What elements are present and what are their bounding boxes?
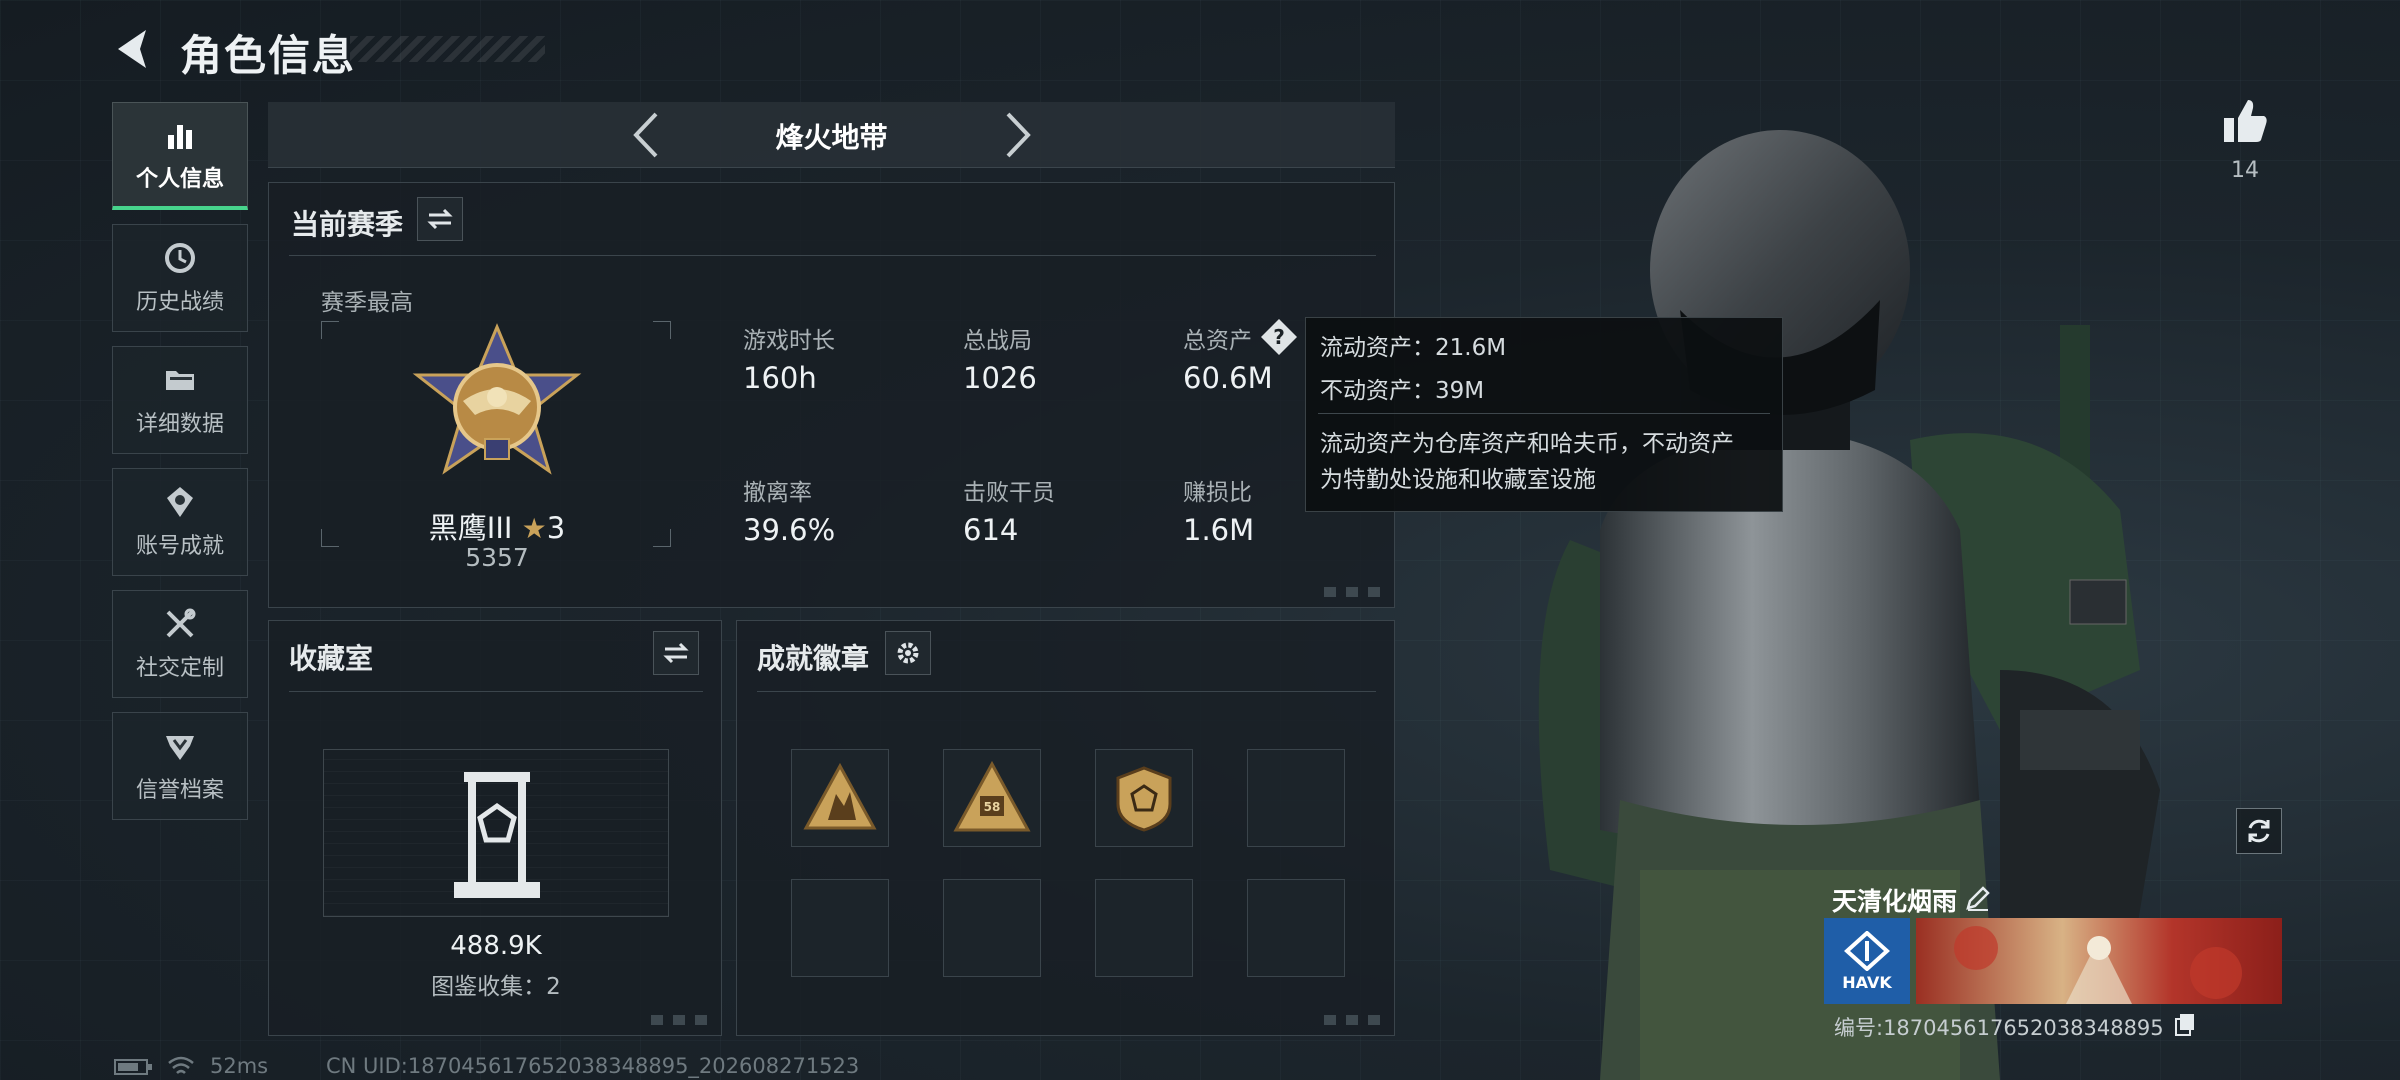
stat-value-total-matches: 1026: [963, 361, 1037, 395]
cn-uid: CN UID:187045617652038348895_20260827152…: [326, 1054, 860, 1078]
svg-text:?: ?: [1273, 325, 1285, 349]
name-card-banner: [1916, 918, 2282, 1004]
edit-pencil-icon[interactable]: [1964, 884, 1992, 912]
badge-slot-4[interactable]: [1247, 749, 1345, 847]
stat-label-playtime: 游戏时长: [743, 328, 835, 354]
stat-value-profit-ratio: 1.6M: [1183, 513, 1255, 547]
rank-score: 5357: [465, 543, 529, 572]
tools-icon: [166, 608, 196, 638]
stat-value-total-assets: 60.6M: [1183, 361, 1273, 395]
badge-slot-1[interactable]: [791, 749, 889, 847]
tooltip-fixed-assets: 不动资产：39M: [1320, 378, 1485, 404]
collection-value: 488.9K: [450, 931, 542, 961]
sidebar-item-label: 详细数据: [135, 412, 224, 437]
battery-icon: [114, 1059, 152, 1075]
badge-slot-7[interactable]: [1095, 879, 1193, 977]
chevron-right-icon[interactable]: [1000, 110, 1036, 160]
refresh-icon: [2248, 819, 2270, 843]
badge-58-icon: 58: [953, 760, 1031, 832]
svg-text:58: 58: [984, 800, 1001, 814]
corner-decoration: [651, 1015, 709, 1025]
tooltip-divider: [1318, 413, 1770, 414]
collection-display[interactable]: [323, 749, 669, 917]
sidebar-item-label: 个人信息: [135, 166, 224, 192]
title-decoration: [350, 36, 545, 62]
badge-slot-3[interactable]: [1095, 749, 1193, 847]
sidebar-item-achievements[interactable]: 账号成就: [112, 468, 248, 576]
bar-chart-icon: [168, 124, 192, 149]
badge-slot-5[interactable]: [791, 879, 889, 977]
shield-badge-icon: [1116, 766, 1172, 832]
sidebar-item-history[interactable]: 历史战绩: [112, 224, 248, 332]
stat-label-profit-ratio: 赚损比: [1183, 480, 1252, 506]
havk-logo-icon: [1844, 930, 1890, 971]
swap-arrows-icon: [663, 642, 689, 664]
thumbs-up-icon[interactable]: [2220, 96, 2270, 146]
collection-panel: 收藏室 488.9K 图鉴收集：2: [268, 620, 722, 1036]
sidebar-item-label: 信誉档案: [135, 778, 224, 803]
rank-stars: 3: [546, 511, 566, 545]
ping-value: 52ms: [210, 1054, 269, 1078]
player-nickname: 天清化烟雨: [1832, 887, 1958, 916]
rotate-view-button[interactable]: [2236, 808, 2282, 854]
sidebar-item-detailed-data[interactable]: 详细数据: [112, 346, 248, 454]
collection-count: 图鉴收集：2: [431, 974, 561, 1000]
sidebar-item-label: 社交定制: [135, 656, 224, 681]
tooltip-desc-line2: 为特勤处设施和收藏室设施: [1320, 467, 1596, 493]
season-title: 当前赛季: [291, 208, 404, 241]
likes-count: 14: [2231, 158, 2259, 183]
achievement-badges-panel: 成就徽章 58: [736, 620, 1395, 1036]
stat-value-playtime: 160h: [743, 361, 817, 395]
current-season-panel: 当前赛季 赛季最高 黑鹰III ★3 5357 游戏时长 160h 总战局 10…: [268, 182, 1395, 608]
rank-name: 黑鹰III: [428, 511, 513, 545]
assets-tooltip: 流动资产：21.6M 不动资产：39M 流动资产为仓库资产和哈夫币，不动资产 为…: [1305, 317, 1783, 512]
rank-emblem-icon: [412, 323, 582, 475]
copy-icon[interactable]: [2174, 1012, 2196, 1036]
banner-art: [1954, 926, 2242, 1004]
tooltip-desc-line1: 流动资产为仓库资产和哈夫币，不动资产: [1320, 431, 1734, 457]
team-logo: HAVK: [1824, 918, 1910, 1004]
collection-title: 收藏室: [289, 642, 374, 675]
stat-label-operators-defeated: 击败干员: [963, 480, 1055, 506]
mode-title: 烽火地带: [775, 121, 888, 154]
sidebar-item-personal-info[interactable]: 个人信息: [112, 102, 248, 210]
stat-label-total-assets: 总资产: [1183, 328, 1252, 354]
badge-slot-8[interactable]: [1247, 879, 1345, 977]
swap-arrows-icon: [427, 208, 453, 230]
tooltip-liquid-assets: 流动资产：21.6M: [1320, 335, 1507, 361]
wifi-icon: [168, 1056, 194, 1074]
stat-label-total-matches: 总战局: [963, 328, 1032, 354]
gear-icon: [897, 642, 919, 664]
page-title: 角色信息: [180, 31, 357, 80]
mode-tab-bar: 烽火地带: [268, 102, 1395, 168]
history-clock-icon: [165, 243, 195, 273]
star-icon: ★: [521, 512, 547, 545]
sidebar-item-label: 账号成就: [135, 534, 224, 559]
badge-settings-button[interactable]: [885, 631, 931, 675]
folder-icon: [166, 371, 194, 390]
season-swap-button[interactable]: [417, 197, 463, 241]
shield-wings-icon: [166, 736, 194, 760]
stat-label-extract-rate: 撤离率: [743, 480, 812, 506]
season-best-label: 赛季最高: [321, 290, 413, 316]
sidebar-item-social-custom[interactable]: 社交定制: [112, 590, 248, 698]
soldiers-badge-icon: [803, 762, 877, 830]
corner-decoration: [1324, 1015, 1382, 1025]
medal-icon: [167, 487, 193, 517]
collection-swap-button[interactable]: [653, 631, 699, 675]
rank-line: 黑鹰III ★3: [269, 505, 725, 547]
sidebar-item-reputation[interactable]: 信誉档案: [112, 712, 248, 820]
badge-slot-6[interactable]: [943, 879, 1041, 977]
player-id: 编号:187045617652038348895: [1834, 1016, 2164, 1040]
logo-text: HAVK: [1842, 972, 1892, 992]
collection-case-icon: [454, 772, 540, 898]
back-arrow-icon[interactable]: [112, 26, 158, 72]
achievements-title: 成就徽章: [757, 642, 870, 675]
stat-value-operators-defeated: 614: [963, 513, 1019, 547]
stat-value-extract-rate: 39.6%: [743, 513, 836, 547]
sidebar-item-label: 历史战绩: [135, 290, 224, 315]
corner-decoration: [1324, 587, 1382, 597]
help-question-icon[interactable]: ?: [1259, 317, 1299, 357]
badge-slot-2[interactable]: 58: [943, 749, 1041, 847]
